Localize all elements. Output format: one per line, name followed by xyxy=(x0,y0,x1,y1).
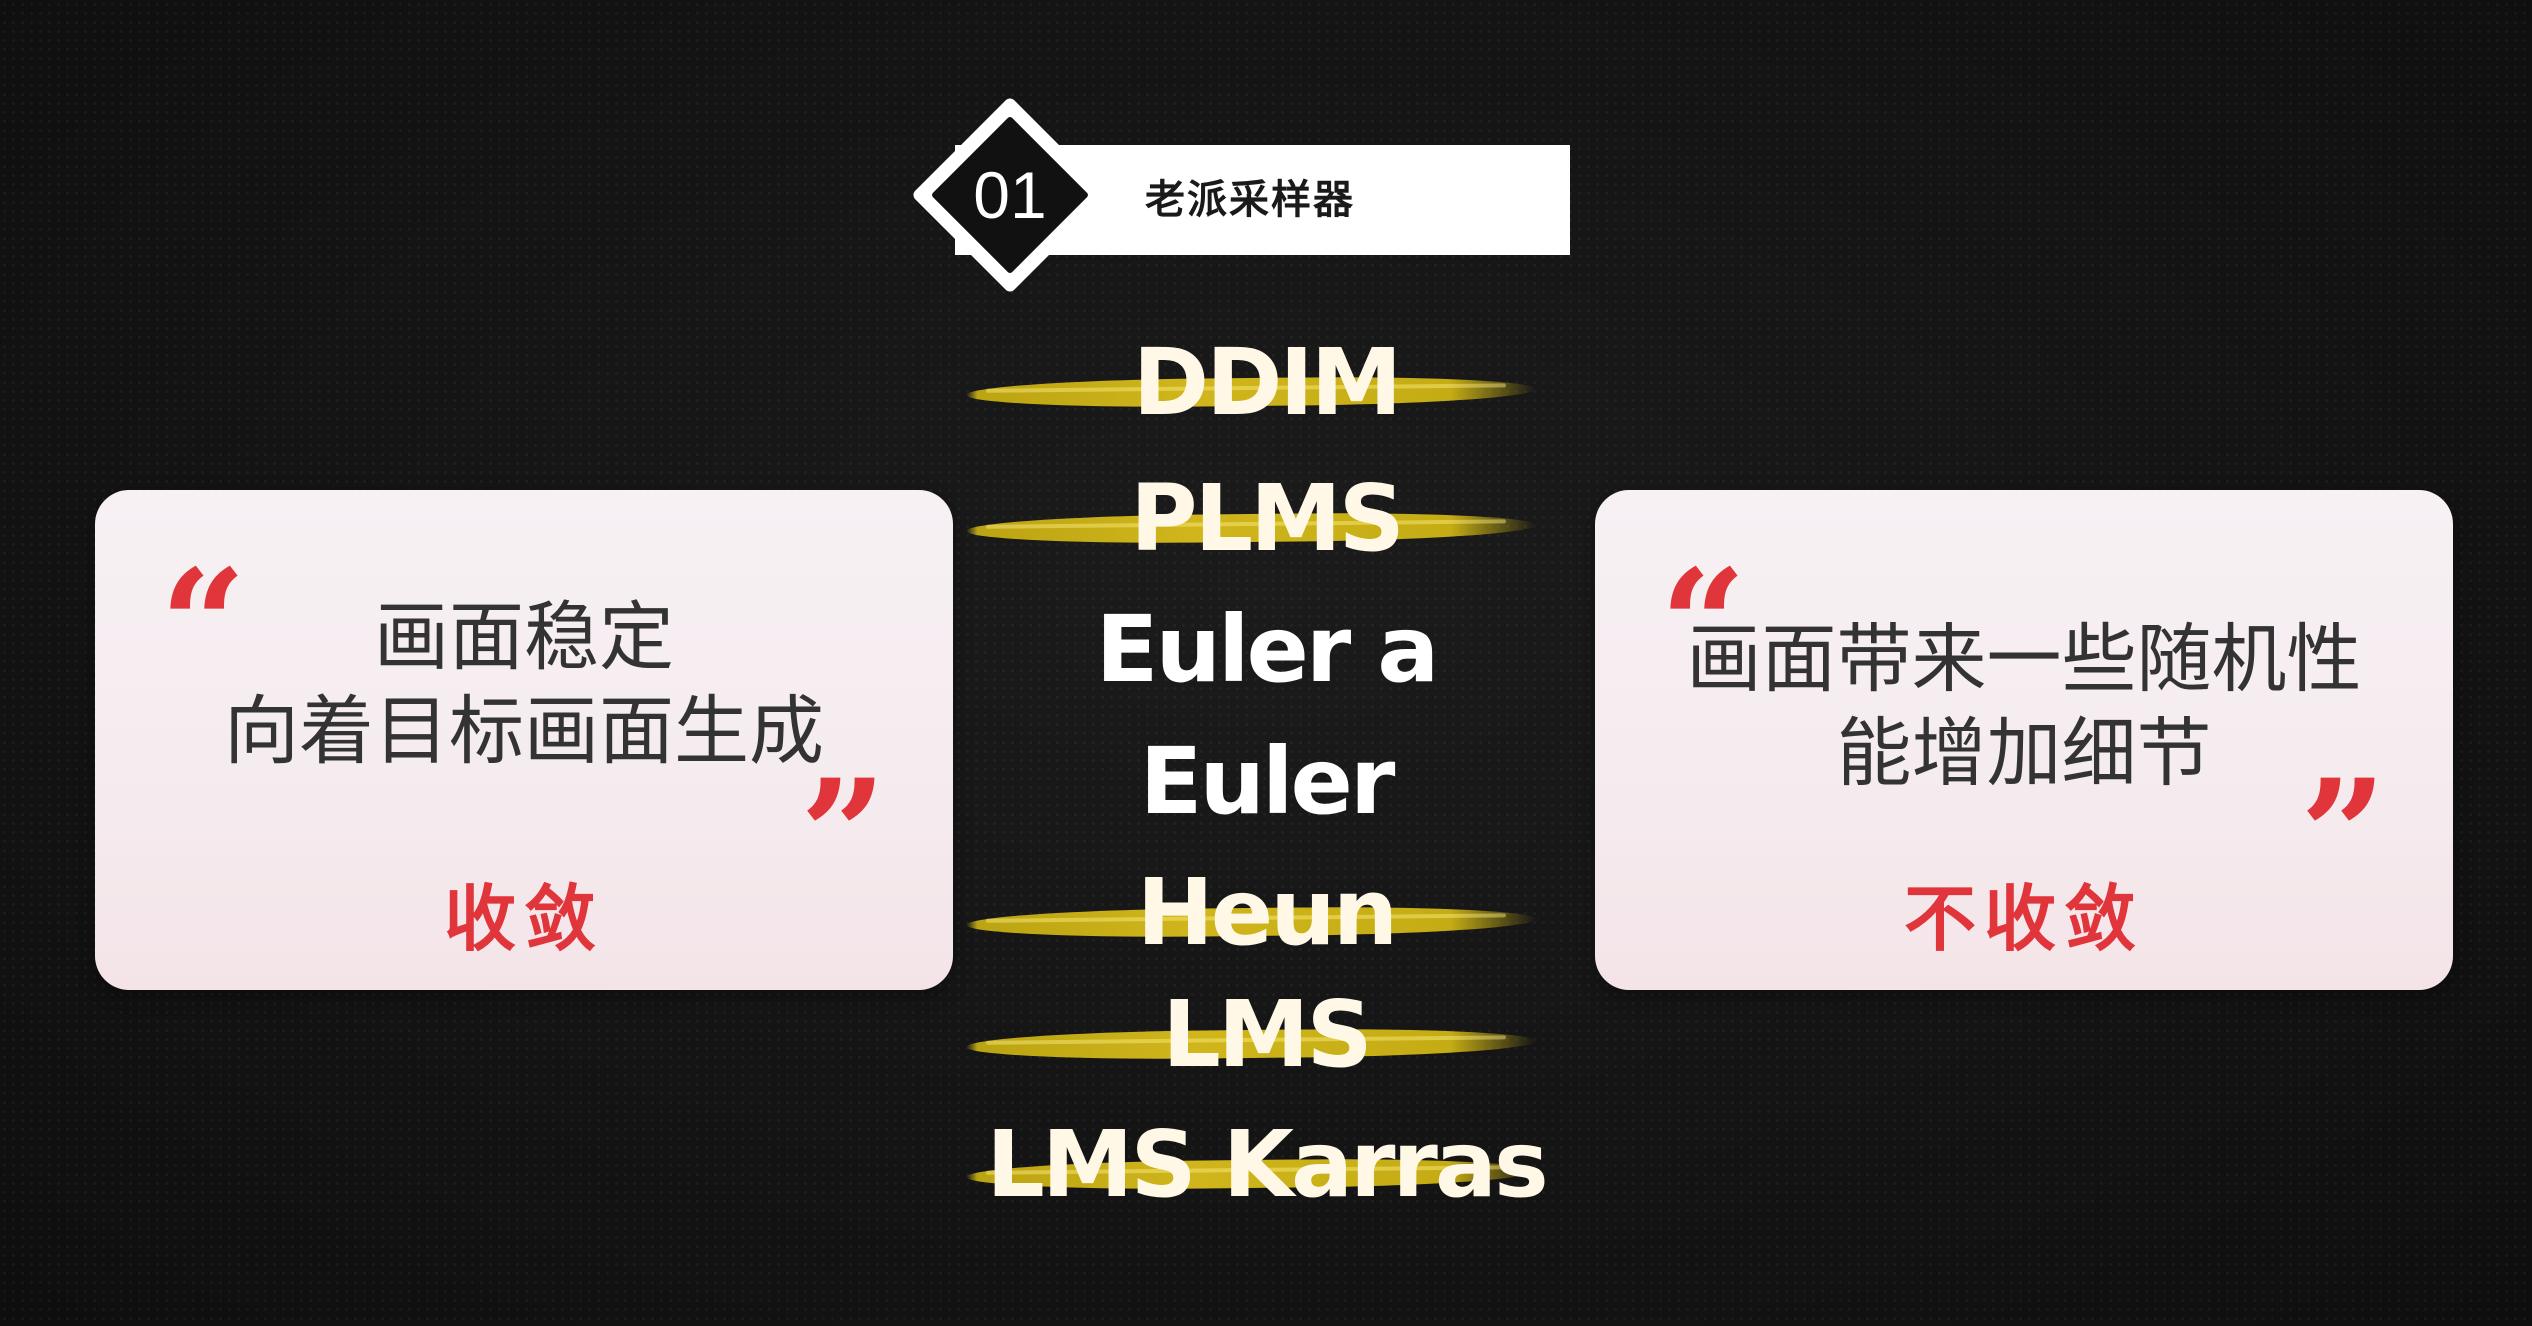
convergent-quote-card: “ 画面稳定 向着目标画面生成 ” 收敛 xyxy=(95,490,953,990)
sampler-label: LMS xyxy=(1162,981,1372,1088)
sampler-label: Heun xyxy=(1136,859,1398,966)
sampler-label: PLMS xyxy=(1130,465,1405,572)
close-quote-icon: ” xyxy=(2300,747,2387,923)
verdict-label: 不收敛 xyxy=(1903,877,2144,961)
quote-line-1: 画面带来一些随机性 xyxy=(1686,615,2362,703)
quote-line-1: 画面稳定 xyxy=(373,593,674,681)
verdict-label: 收敛 xyxy=(443,877,604,961)
non-convergent-quote-card: “ 画面带来一些随机性 能增加细节 ” 不收敛 xyxy=(1595,490,2453,990)
sampler-label: Euler xyxy=(1139,728,1396,835)
section-title: 老派采样器 xyxy=(1145,177,1355,223)
sampler-label: DDIM xyxy=(1132,329,1403,436)
close-quote-icon: ” xyxy=(800,747,887,923)
section-number: 01 xyxy=(973,158,1047,232)
sampler-label: Euler a xyxy=(1095,596,1440,703)
sampler-label: LMS Karras xyxy=(986,1111,1548,1218)
